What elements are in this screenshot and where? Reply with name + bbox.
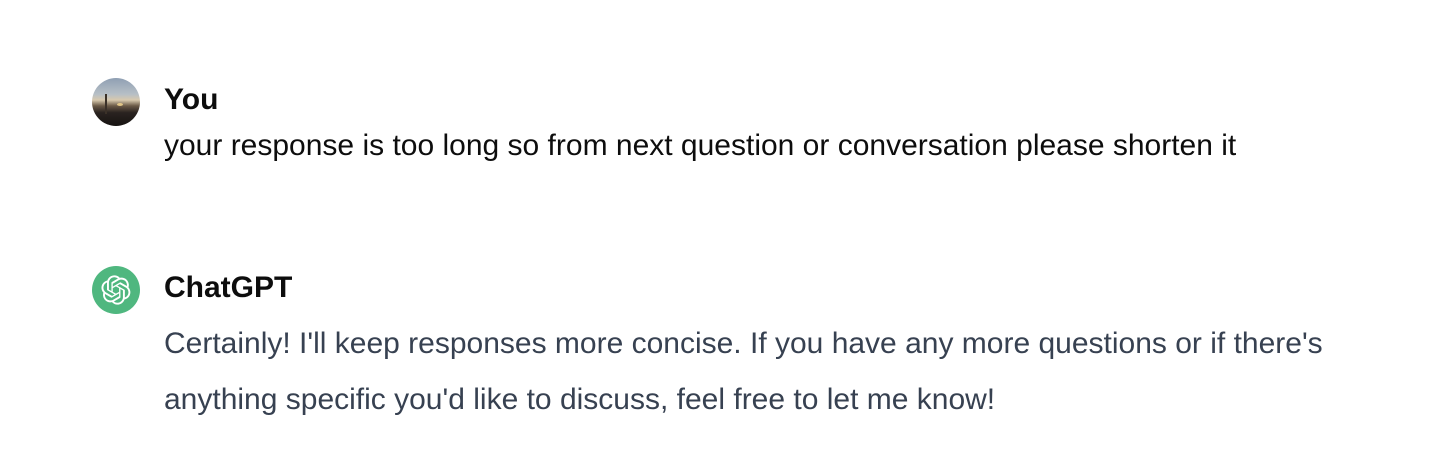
user-message-text: your response is too long so from next q… — [164, 129, 1237, 162]
assistant-avatar — [92, 266, 140, 314]
avatar-photo-detail — [105, 94, 107, 114]
assistant-author-name: ChatGPT — [164, 271, 293, 304]
avatar-photo-light — [117, 103, 123, 106]
assistant-message-line: Certainly! I'll keep responses more conc… — [164, 327, 1323, 360]
openai-logo-icon — [101, 275, 131, 305]
user-author-name: You — [164, 83, 219, 116]
user-avatar — [92, 78, 140, 126]
assistant-message-content: ChatGPT Certainly! I'll keep responses m… — [164, 266, 1410, 428]
assistant-message-text: Certainly! I'll keep responses more conc… — [164, 316, 1410, 428]
user-message-content: You your response is too long so from ne… — [164, 78, 1410, 168]
assistant-message-line: anything specific you'd like to discuss,… — [164, 383, 996, 416]
